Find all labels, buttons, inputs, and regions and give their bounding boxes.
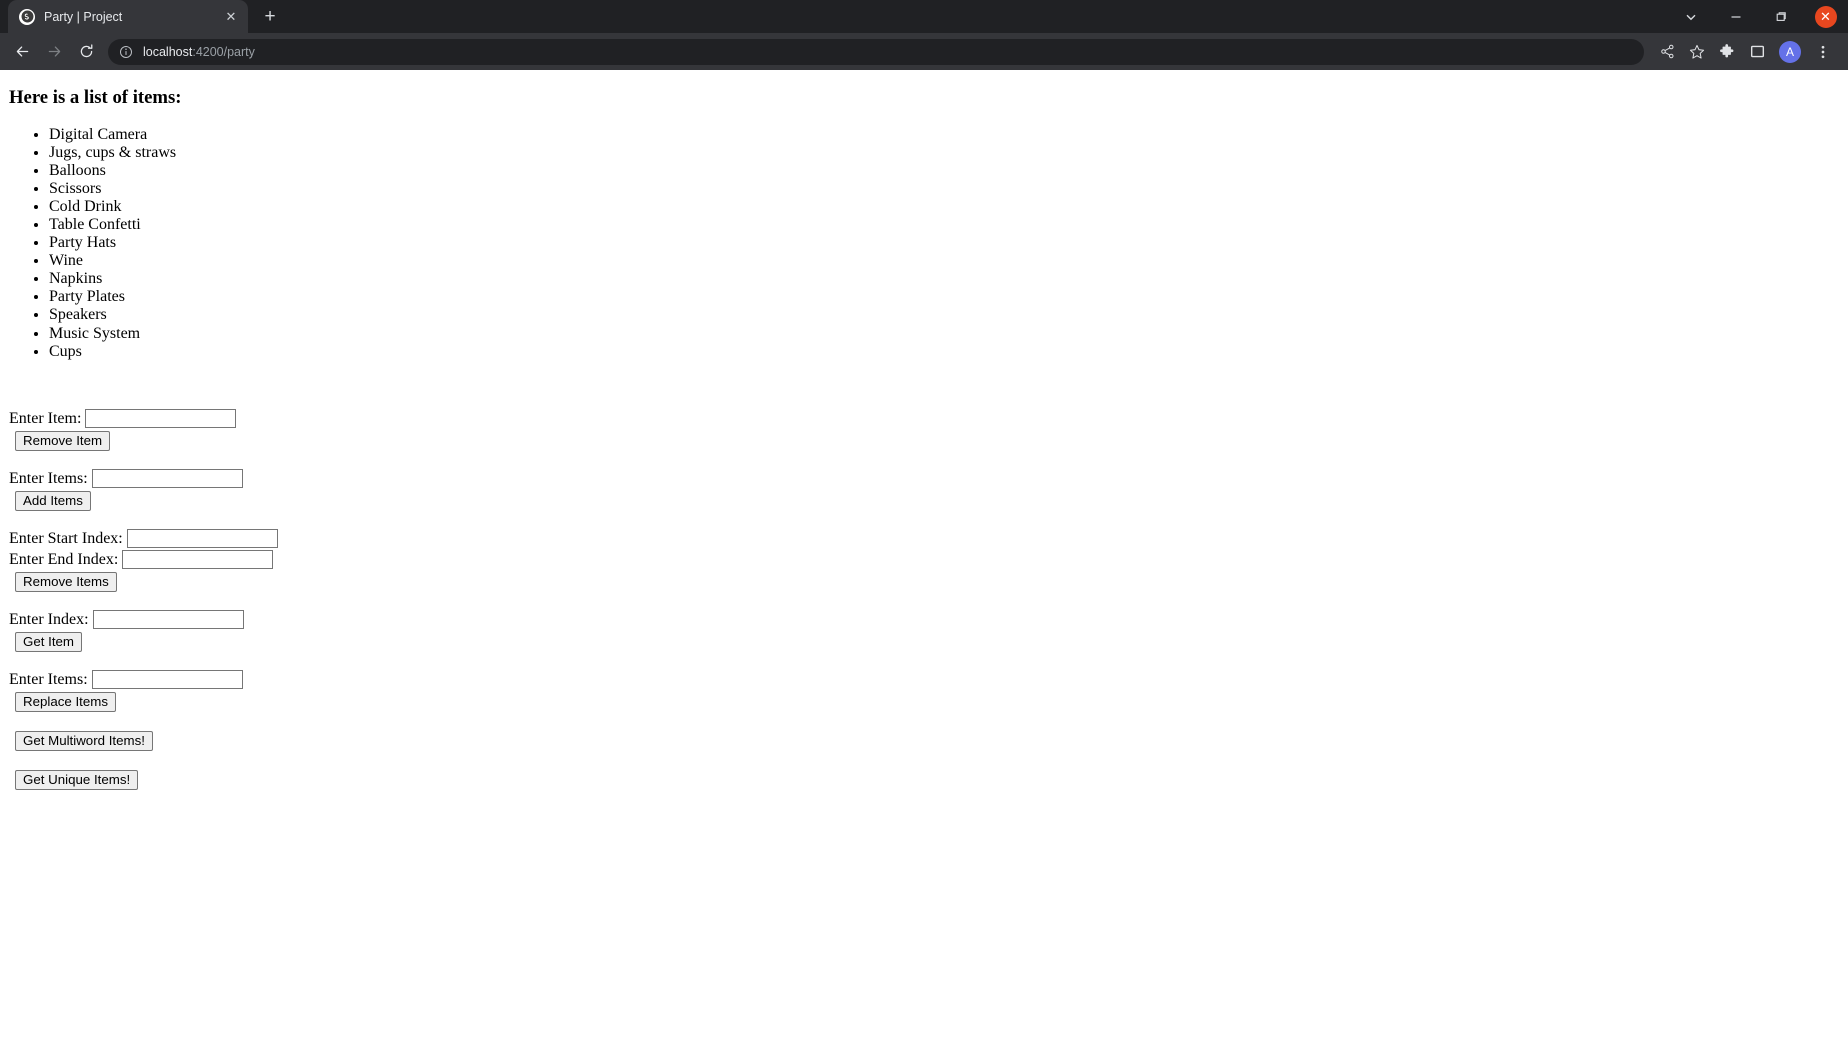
end-index-input[interactable]	[122, 549, 274, 569]
get-item-row: Enter Index:	[9, 609, 1839, 630]
list-item: Party Hats	[49, 234, 1839, 252]
url-host: localhost	[143, 44, 193, 59]
enter-index-label: Enter Index:	[9, 610, 89, 628]
new-tab-button[interactable]: +	[256, 3, 284, 31]
list-item: Jugs, cups & straws	[49, 144, 1839, 162]
list-item: Wine	[49, 252, 1839, 270]
close-window-button[interactable]: ✕	[1803, 0, 1848, 33]
browser-chrome: Party | Project ✕ + ✕ localhost:4200/par…	[0, 0, 1848, 70]
remove-range-form: Enter Start Index: Enter End Index: Remo…	[9, 528, 1839, 592]
remove-item-row: Enter Item:	[9, 408, 1839, 429]
list-item: Table Confetti	[49, 216, 1839, 234]
site-info-icon[interactable]	[118, 44, 134, 60]
tab-strip: Party | Project ✕ + ✕	[0, 0, 1848, 33]
close-icon[interactable]: ✕	[222, 8, 240, 26]
unique-block: Get Unique Items!	[9, 768, 1839, 790]
browser-toolbar: localhost:4200/party A	[0, 33, 1848, 70]
extensions-puzzle-icon[interactable]	[1712, 37, 1742, 67]
get-item-button[interactable]: Get Item	[15, 631, 82, 652]
add-items-button-row: Add Items	[9, 489, 1839, 511]
enter-end-index-label: Enter End Index:	[9, 550, 119, 568]
maximize-icon[interactable]	[1758, 0, 1803, 33]
window-controls: ✕	[1668, 0, 1848, 33]
list-item: Napkins	[49, 270, 1839, 288]
list-item: Music System	[49, 325, 1839, 343]
angular-favicon	[19, 8, 35, 25]
browser-tab[interactable]: Party | Project ✕	[8, 0, 248, 33]
get-unique-items-button[interactable]: Get Unique Items!	[15, 769, 139, 790]
get-item-form: Enter Index: Get Item	[9, 609, 1839, 652]
list-item: Balloons	[49, 162, 1839, 180]
replace-items-row: Enter Items:	[9, 669, 1839, 690]
list-item: Party Plates	[49, 288, 1839, 306]
forward-icon	[38, 36, 70, 68]
reload-icon[interactable]	[70, 36, 102, 68]
multiword-button-row: Get Multiword Items!	[9, 729, 1839, 751]
start-index-input[interactable]	[126, 528, 278, 548]
list-item: Cups	[49, 343, 1839, 361]
add-items-form: Enter Items: Add Items	[9, 468, 1839, 511]
share-icon[interactable]	[1652, 37, 1682, 67]
url-text: localhost:4200/party	[143, 45, 255, 59]
enter-item-label: Enter Item:	[9, 409, 82, 427]
close-icon: ✕	[1814, 5, 1837, 28]
list-item: Speakers	[49, 306, 1839, 324]
multiword-block: Get Multiword Items!	[9, 729, 1839, 751]
back-icon[interactable]	[6, 36, 38, 68]
list-item: Scissors	[49, 180, 1839, 198]
chevron-down-icon[interactable]	[1668, 0, 1713, 33]
end-index-row: Enter End Index:	[9, 549, 1839, 570]
add-items-input[interactable]	[91, 468, 243, 488]
start-index-row: Enter Start Index:	[9, 528, 1839, 549]
unique-button-row: Get Unique Items!	[9, 768, 1839, 790]
get-item-button-row: Get Item	[9, 630, 1839, 652]
address-bar[interactable]: localhost:4200/party	[108, 38, 1644, 65]
list-item: Cold Drink	[49, 198, 1839, 216]
bookmark-star-icon[interactable]	[1682, 37, 1712, 67]
remove-item-button[interactable]: Remove Item	[15, 430, 111, 451]
kebab-menu-icon[interactable]	[1808, 37, 1838, 67]
page-title: Here is a list of items:	[9, 87, 182, 108]
enter-start-index-label: Enter Start Index:	[9, 529, 123, 547]
replace-items-button-row: Replace Items	[9, 690, 1839, 712]
minimize-icon[interactable]	[1713, 0, 1758, 33]
page-content: Here is a list of items: Digital Camera …	[0, 70, 1848, 1052]
add-items-button[interactable]: Add Items	[15, 490, 91, 511]
remove-item-button-row: Remove Item	[9, 429, 1839, 451]
replace-items-form: Enter Items: Replace Items	[9, 669, 1839, 712]
add-items-row: Enter Items:	[9, 468, 1839, 489]
get-item-input[interactable]	[92, 609, 244, 629]
get-multiword-items-button[interactable]: Get Multiword Items!	[15, 730, 153, 751]
remove-range-button-row: Remove Items	[9, 570, 1839, 592]
enter-items-replace-label: Enter Items:	[9, 670, 88, 688]
url-path: :4200/party	[192, 44, 255, 59]
list-item: Digital Camera	[49, 126, 1839, 144]
enter-items-label: Enter Items:	[9, 469, 88, 487]
avatar[interactable]: A	[1779, 40, 1801, 63]
remove-item-form: Enter Item: Remove Item	[9, 408, 1839, 451]
side-panel-icon[interactable]	[1742, 37, 1772, 67]
remove-item-input[interactable]	[85, 408, 237, 428]
tab-title: Party | Project	[44, 9, 123, 24]
replace-items-input[interactable]	[91, 669, 243, 689]
replace-items-button[interactable]: Replace Items	[15, 691, 116, 712]
remove-items-button[interactable]: Remove Items	[15, 571, 117, 592]
items-list: Digital Camera Jugs, cups & straws Ballo…	[9, 126, 1839, 361]
